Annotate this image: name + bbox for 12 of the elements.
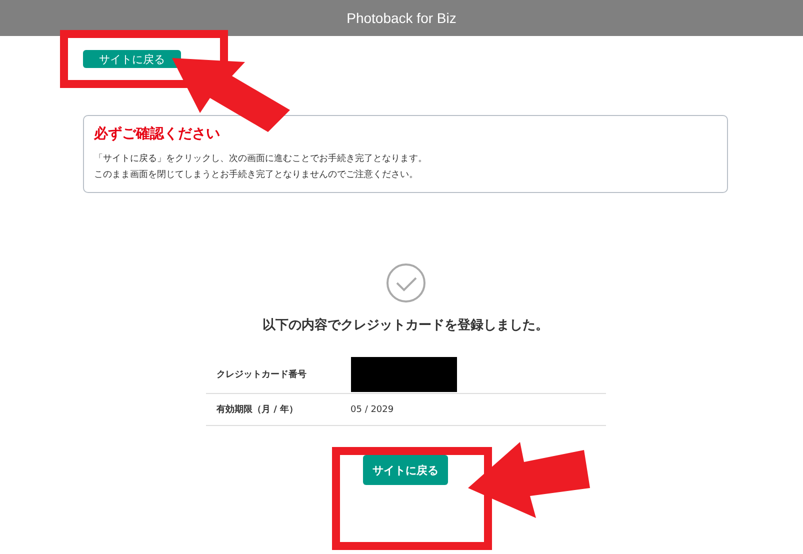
notice-title: 必ずご確認ください [94,125,221,143]
back-to-site-button[interactable]: サイトに戻る [363,455,448,485]
detail-value: 05 / 2029 [350,404,394,414]
site-title: Photoback for Biz [346,10,456,26]
notice-text: 「サイトに戻る」をクリックし、次の画面に進むことでお手続き完了となります。 [94,152,428,166]
detail-label: 有効期限（月 / 年） [216,405,298,415]
arrow-icon [468,442,590,518]
success-message: 以下の内容でクレジットカードを登録しました。 [262,316,548,334]
check-circle-icon [386,263,426,303]
detail-label: クレジットカード番号 [216,370,306,380]
back-to-site-button[interactable]: サイトに戻る [83,50,181,68]
notice-text: このまま画面を閉じてしまうとお手続き完了となりませんのでご注意ください。 [94,168,419,182]
